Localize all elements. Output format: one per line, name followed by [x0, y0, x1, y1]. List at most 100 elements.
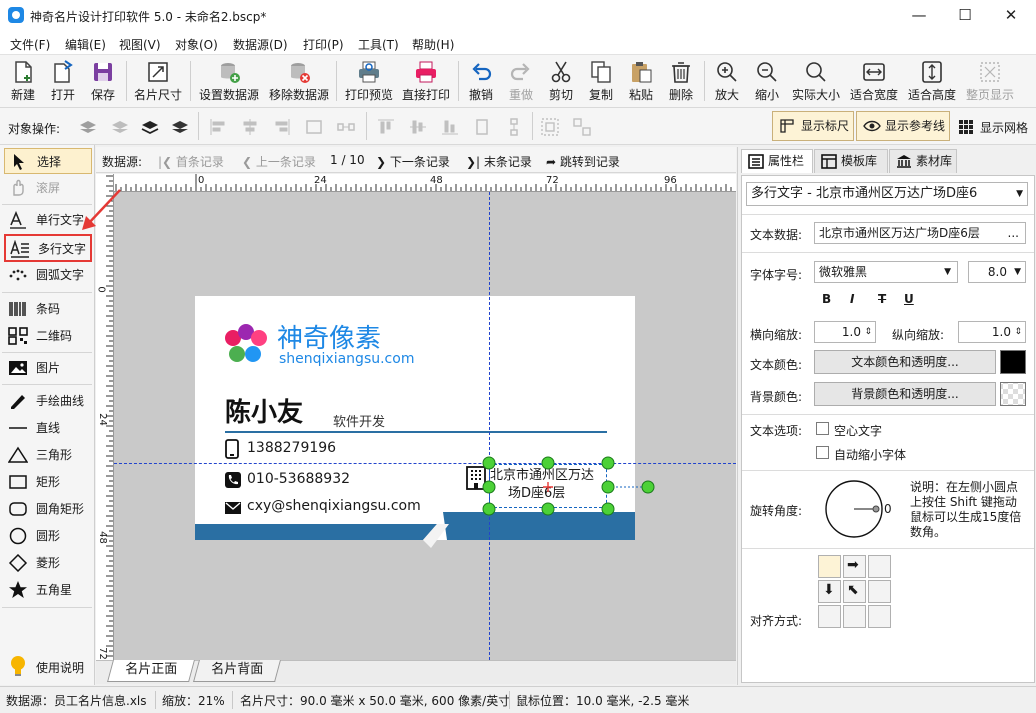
paste-button[interactable]: 粘贴	[622, 57, 660, 105]
tool-rectangle[interactable]: 矩形	[4, 469, 92, 495]
redo-button[interactable]: 重做	[502, 57, 540, 105]
spinner-icon[interactable]: ⇕	[864, 322, 872, 342]
goto-record-button[interactable]: ➦ 跳转到记录	[546, 153, 620, 170]
bg-color-button[interactable]: 背景颜色和透明度...	[814, 382, 996, 406]
font-family-select[interactable]: 微软雅黑 ▼	[814, 261, 958, 283]
print-preview-button[interactable]: 打印预览	[342, 57, 396, 105]
hscale-input[interactable]: 1.0 ⇕	[814, 321, 876, 343]
open-button[interactable]: 打开	[44, 57, 82, 105]
align-top-icon[interactable]	[376, 117, 396, 137]
fit-height-button[interactable]: 适合高度	[904, 57, 960, 105]
strikethrough-button[interactable]: T	[878, 292, 886, 306]
spinner-icon[interactable]: ⇕	[1014, 322, 1022, 342]
layer-bottom-icon[interactable]	[78, 117, 98, 137]
same-width-icon[interactable]	[472, 117, 492, 137]
bg-color-swatch-transparent[interactable]	[1000, 382, 1026, 406]
align-bottom-icon[interactable]	[440, 117, 460, 137]
menu-view[interactable]: 视图(V)	[119, 36, 161, 53]
text-color-swatch[interactable]	[1000, 350, 1026, 374]
direct-print-button[interactable]: 直接打印	[400, 57, 452, 105]
rotation-dial[interactable]	[818, 478, 894, 540]
tool-multi-line-text[interactable]: 多行文字	[4, 234, 92, 262]
object-selector-dropdown[interactable]: 多行文字 - 北京市通州区万达广场D座6 ▼	[746, 182, 1028, 206]
tool-diamond[interactable]: 菱形	[4, 550, 92, 576]
text-color-button[interactable]: 文本颜色和透明度...	[814, 350, 996, 374]
undo-button[interactable]: 撤销	[462, 57, 500, 105]
selection-handles[interactable]	[474, 452, 664, 522]
cut-button[interactable]: 剪切	[542, 57, 580, 105]
zoom-in-button[interactable]: 放大	[708, 57, 746, 105]
menu-help[interactable]: 帮助(H)	[412, 36, 454, 53]
distribute-h-icon[interactable]	[304, 117, 324, 137]
tool-qrcode[interactable]: 二维码	[4, 323, 92, 349]
layer-top-icon[interactable]	[170, 117, 190, 137]
group-icon[interactable]	[540, 117, 560, 137]
tool-select[interactable]: 选择	[4, 148, 92, 174]
save-button[interactable]: 保存	[84, 57, 122, 105]
tool-freehand[interactable]: 手绘曲线	[4, 388, 92, 414]
align-middle-left[interactable]: ⬇	[818, 580, 841, 603]
vscale-input[interactable]: 1.0 ⇕	[958, 321, 1026, 343]
underline-button[interactable]: U	[904, 292, 914, 306]
menu-datasource[interactable]: 数据源(D)	[233, 36, 288, 53]
menu-print[interactable]: 打印(P)	[303, 36, 344, 53]
layer-down-icon[interactable]	[110, 117, 130, 137]
vertical-guide-line[interactable]	[489, 192, 490, 660]
menu-edit[interactable]: 编辑(E)	[65, 36, 106, 53]
align-bottom-center[interactable]	[843, 605, 866, 628]
actual-size-button[interactable]: 实际大小	[788, 57, 844, 105]
tool-barcode[interactable]: 条码	[4, 296, 92, 322]
align-top-right[interactable]	[868, 555, 891, 578]
align-right-icon[interactable]	[272, 117, 292, 137]
last-record-button[interactable]: ❯| 末条记录	[466, 153, 532, 170]
font-size-input[interactable]: 8.0 ▼	[968, 261, 1026, 283]
copy-button[interactable]: 复制	[582, 57, 620, 105]
menu-file[interactable]: 文件(F)	[10, 36, 50, 53]
bold-button[interactable]: B	[822, 292, 831, 306]
show-grid-toggle[interactable]: 显示网格	[956, 111, 1032, 141]
tab-assets[interactable]: 素材库	[889, 149, 957, 173]
align-bottom-left[interactable]	[818, 605, 841, 628]
align-top-center[interactable]: ➡	[843, 555, 866, 578]
next-record-button[interactable]: ❯ 下一条记录	[376, 153, 450, 170]
align-middle-icon[interactable]	[408, 117, 428, 137]
align-middle-right[interactable]	[868, 580, 891, 603]
zoom-out-button[interactable]: 缩小	[748, 57, 786, 105]
menu-tools[interactable]: 工具(T)	[358, 36, 399, 53]
set-datasource-button[interactable]: 设置数据源	[196, 57, 262, 105]
design-canvas[interactable]: 神奇像素 shenqixiangsu.com 陈小友 软件开发 13882791…	[114, 192, 736, 660]
align-top-left[interactable]	[818, 555, 841, 578]
card-size-button[interactable]: 名片尺寸	[130, 57, 186, 105]
tab-properties[interactable]: 属性栏	[741, 149, 813, 173]
align-left-icon[interactable]	[208, 117, 228, 137]
ungroup-icon[interactable]	[572, 117, 592, 137]
show-guides-toggle[interactable]: 显示参考线	[856, 111, 950, 141]
help-button[interactable]: 使用说明	[4, 655, 92, 681]
tab-card-front[interactable]: 名片正面	[107, 660, 195, 682]
tool-triangle[interactable]: 三角形	[4, 442, 92, 468]
hollow-text-checkbox[interactable]	[816, 422, 829, 435]
first-record-button[interactable]: |❮ 首条记录	[158, 153, 224, 170]
tool-circle[interactable]: 圆形	[4, 523, 92, 549]
show-ruler-toggle[interactable]: 显示标尺	[772, 111, 854, 141]
italic-button[interactable]: I	[850, 292, 854, 306]
align-middle-center[interactable]: ⬉	[843, 580, 866, 603]
same-height-icon[interactable]	[504, 117, 524, 137]
maximize-button[interactable]: ☐	[942, 0, 988, 31]
layer-up-icon[interactable]	[140, 117, 160, 137]
tab-templates[interactable]: 模板库	[814, 149, 888, 173]
more-button[interactable]: ...	[1008, 223, 1019, 243]
auto-shrink-checkbox[interactable]	[816, 446, 829, 459]
fit-width-button[interactable]: 适合宽度	[846, 57, 902, 105]
tool-arc-text[interactable]: 圆弧文字	[4, 262, 92, 288]
new-button[interactable]: 新建	[4, 57, 42, 105]
tool-rounded-rectangle[interactable]: 圆角矩形	[4, 496, 92, 522]
align-center-icon[interactable]	[240, 117, 260, 137]
minimize-button[interactable]: —	[896, 0, 942, 31]
delete-button[interactable]: 删除	[662, 57, 700, 105]
tab-card-back[interactable]: 名片背面	[193, 660, 281, 682]
tool-star[interactable]: 五角星	[4, 577, 92, 603]
close-button[interactable]: ✕	[988, 0, 1034, 31]
menu-object[interactable]: 对象(O)	[175, 36, 218, 53]
align-bottom-right[interactable]	[868, 605, 891, 628]
